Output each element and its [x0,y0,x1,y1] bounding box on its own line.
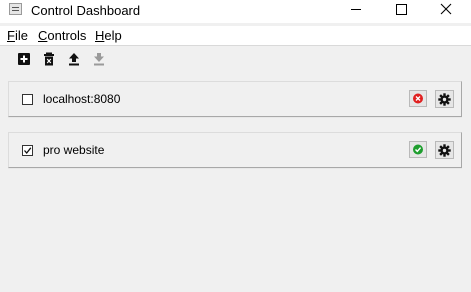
minimize-button[interactable] [336,0,376,20]
settings-button[interactable] [435,141,454,159]
window-title: Control Dashboard [31,3,141,18]
menu-file[interactable]: File [7,28,28,43]
minimize-icon [351,9,361,10]
menu-controls-mnemonic: C [38,28,48,43]
target-checkbox[interactable] [22,145,33,156]
ok-icon [413,144,423,155]
menu-controls[interactable]: Controls [38,28,86,43]
target-row: pro website [8,132,462,168]
menu-file-label: ile [14,28,28,43]
menu-help[interactable]: Help [95,28,122,43]
upload-icon [69,53,79,66]
close-icon [440,3,452,15]
settings-button[interactable] [435,90,454,108]
download-button [91,51,107,67]
menu-controls-label: ontrols [47,28,87,43]
delete-icon [44,52,54,66]
title-bar: Control Dashboard [0,0,471,23]
gear-icon [438,93,451,106]
target-checkbox[interactable] [22,94,33,105]
delete-button[interactable] [41,51,57,67]
add-button[interactable] [16,51,32,67]
menu-bar: File Controls Help [0,26,471,46]
download-icon [94,53,104,66]
toolbar [0,47,471,73]
error-icon [413,93,423,104]
maximize-button[interactable] [381,0,421,20]
menu-help-label: elp [104,28,122,43]
target-label: pro website [43,143,105,157]
close-button[interactable] [426,0,466,20]
gear-icon [438,144,451,157]
status-button[interactable] [409,90,427,107]
checkmark-icon [24,147,32,155]
target-row: localhost:8080 [8,81,462,117]
target-label: localhost:8080 [43,92,121,106]
menu-file-mnemonic: F [7,28,15,43]
add-icon [18,53,30,65]
app-icon [9,3,22,15]
upload-button[interactable] [66,51,82,67]
maximize-icon [396,4,407,15]
status-button[interactable] [409,141,427,158]
menu-help-mnemonic: H [95,28,105,43]
